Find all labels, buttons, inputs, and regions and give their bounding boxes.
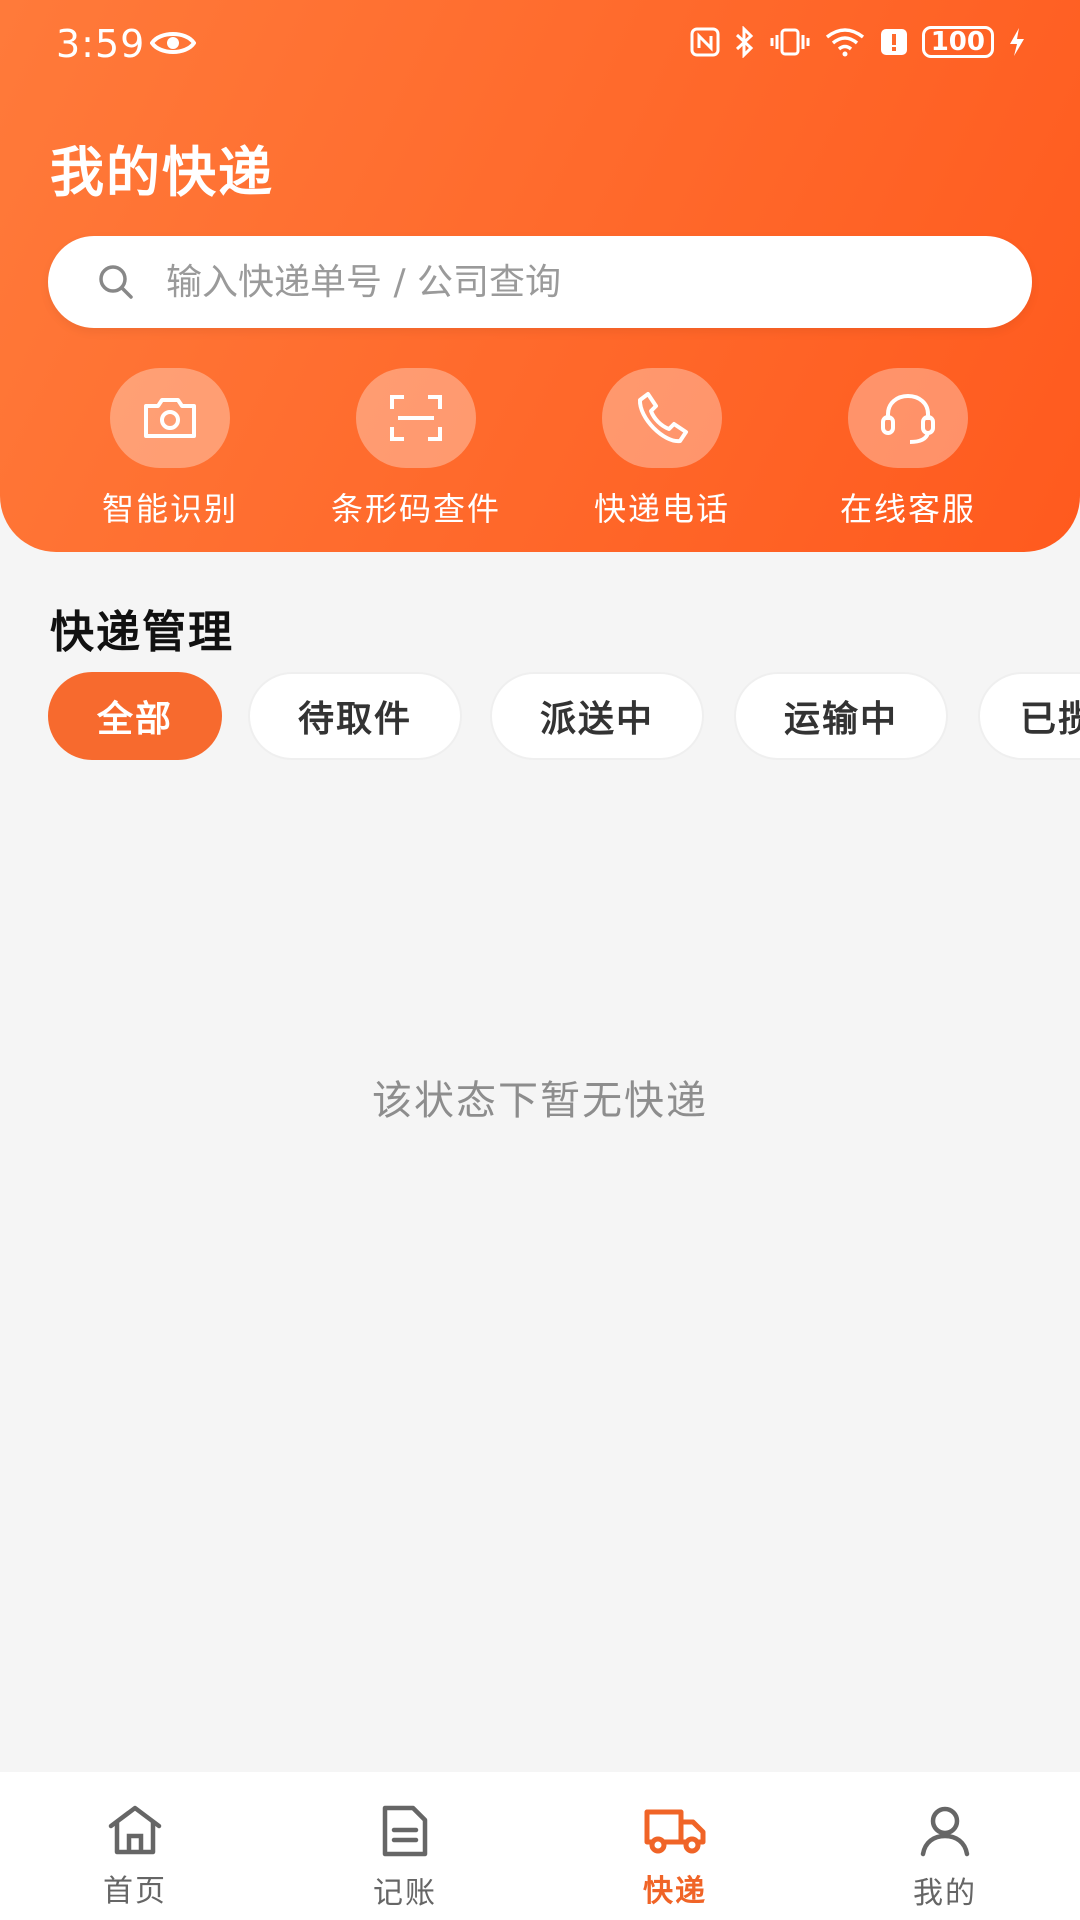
bluetooth-icon [735,26,753,58]
empty-state: 该状态下暂无快递 [372,1078,708,1124]
header: 3:59 100 我的快递 输入快递单号 / 公司查询 智能识别 条形码查件 快… [0,0,1080,552]
quick-action-online-service[interactable]: 在线客服 [788,368,1028,530]
nav-home[interactable]: 首页 [0,1772,270,1920]
alert-icon [880,29,907,55]
search-input[interactable] [166,252,1032,312]
tab-all[interactable]: 全部 [48,672,222,760]
section-title: 快递管理 [50,607,234,658]
battery-level: 100 [930,27,985,57]
quick-action-icon-bg [848,368,968,468]
tab-pending-pickup[interactable]: 待取件 [248,672,462,760]
home-icon [108,1805,162,1855]
quick-action-label: 快递电话 [593,490,730,528]
tab-in-transit[interactable]: 运输中 [734,672,948,760]
bottom-nav: 首页 记账 快递 我的 [0,1772,1080,1920]
quick-action-barcode-query[interactable]: 条形码查件 [296,368,536,530]
charging-icon [1010,28,1024,56]
battery-icon: 100 [921,26,994,58]
quick-action-label: 在线客服 [839,490,976,528]
tab-collected[interactable]: 已揽 [978,672,1080,760]
quick-action-icon-bg [110,368,230,468]
page-title: 我的快递 [50,141,274,204]
nav-profile[interactable]: 我的 [810,1772,1080,1920]
quick-action-smart-recognize[interactable]: 智能识别 [50,368,290,530]
tab-delivering[interactable]: 派送中 [490,672,704,760]
status-time: 3:59 [56,22,146,66]
vibrate-icon [770,28,810,56]
ledger-icon [382,1805,428,1857]
quick-action-label: 智能识别 [101,490,238,528]
scan-icon [390,395,442,441]
headset-icon [881,393,935,444]
nfc-icon [690,27,720,57]
truck-icon [644,1809,706,1854]
quick-action-label: 条形码查件 [330,490,501,528]
nav-ledger[interactable]: 记账 [270,1772,540,1920]
nav-label: 我的 [913,1876,977,1911]
search-icon [99,265,133,299]
camera-icon [144,398,196,438]
filter-tabs: 全部 待取件 派送中 运输中 已揽 [48,672,1080,762]
user-icon [920,1806,970,1857]
status-icons: 100 [690,26,1026,58]
nav-express[interactable]: 快递 [540,1772,810,1920]
phone-icon [637,392,688,444]
quick-action-icon-bg [602,368,722,468]
nav-label: 记账 [373,1876,437,1911]
express-page: 3:59 100 我的快递 输入快递单号 / 公司查询 智能识别 条形码查件 快… [0,0,1080,1920]
eye-icon [150,32,196,54]
status-bar: 3:59 100 [0,0,1080,90]
search-bar[interactable] [48,236,1032,328]
nav-label: 快递 [643,1874,707,1909]
quick-action-express-phone[interactable]: 快递电话 [542,368,782,530]
wifi-icon [825,28,864,57]
nav-label: 首页 [103,1874,167,1909]
quick-actions: 智能识别 条形码查件 快递电话 在线客服 [0,368,1080,528]
quick-action-icon-bg [356,368,476,468]
